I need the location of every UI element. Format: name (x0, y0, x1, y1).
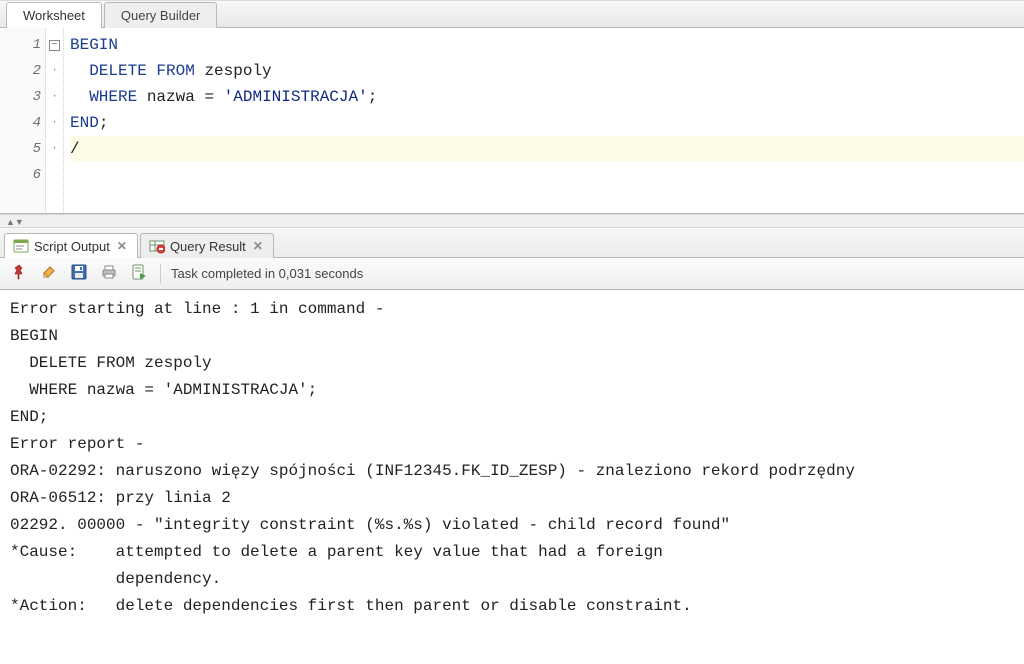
pin-icon (11, 264, 27, 283)
tab-worksheet[interactable]: Worksheet (6, 2, 102, 28)
toolbar-separator (160, 264, 161, 284)
script-output-icon (13, 238, 29, 254)
clear-button[interactable] (38, 263, 60, 285)
print-button[interactable] (98, 263, 120, 285)
line-number: 5 (0, 136, 41, 162)
pin-button[interactable] (8, 263, 30, 285)
line-number-gutter: 1 2 3 4 5 6 (0, 28, 46, 213)
keyword-begin: BEGIN (70, 36, 118, 54)
query-result-icon (149, 238, 165, 254)
tab-label: Query Result (170, 239, 246, 254)
tab-query-builder[interactable]: Query Builder (104, 2, 217, 28)
line-number: 3 (0, 84, 41, 110)
line-number: 2 (0, 58, 41, 84)
editor-tab-bar: Worksheet Query Builder (0, 0, 1024, 28)
tab-label: Script Output (34, 239, 110, 254)
line-number: 4 (0, 110, 41, 136)
eraser-icon (41, 264, 57, 283)
run-script-button[interactable] (128, 263, 150, 285)
close-icon[interactable]: ✕ (253, 239, 263, 253)
line-number: 6 (0, 162, 41, 188)
sql-editor: 1 2 3 4 5 6 − ···· BEGIN DELETE FROM zes… (0, 28, 1024, 214)
line-number: 1 (0, 32, 41, 58)
script-output-body[interactable]: Error starting at line : 1 in command - … (0, 290, 1024, 664)
task-status: Task completed in 0,031 seconds (171, 266, 363, 281)
tab-query-result[interactable]: Query Result ✕ (140, 233, 274, 258)
script-icon (131, 264, 147, 283)
output-toolbar: Task completed in 0,031 seconds (0, 258, 1024, 290)
current-line: / (70, 136, 1024, 162)
save-button[interactable] (68, 263, 90, 285)
output-tab-bar: Script Output ✕ Query Result ✕ (0, 228, 1024, 258)
close-icon[interactable]: ✕ (117, 239, 127, 253)
code-area[interactable]: BEGIN DELETE FROM zespoly WHERE nazwa = … (64, 28, 1024, 213)
horizontal-splitter[interactable]: ▲▼ (0, 214, 1024, 228)
printer-icon (101, 264, 117, 283)
floppy-icon (71, 264, 87, 283)
tab-script-output[interactable]: Script Output ✕ (4, 233, 138, 258)
fold-gutter: − ···· (46, 28, 64, 213)
fold-toggle-icon[interactable]: − (49, 40, 60, 51)
